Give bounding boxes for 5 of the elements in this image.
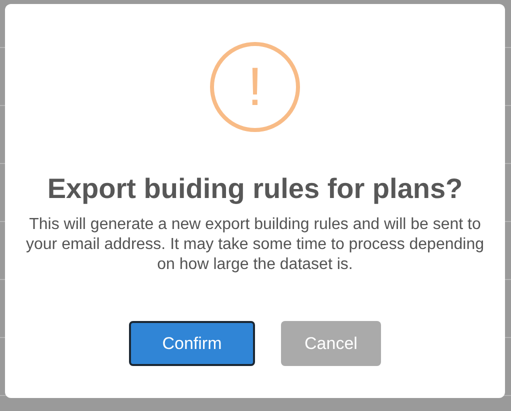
- warning-icon: !: [210, 42, 300, 132]
- dialog-message: This will generate a new export building rules and will be sent to your email address. It may take some time to process depending on how large the dataset is.: [25, 215, 485, 275]
- confirm-button[interactable]: Confirm: [129, 321, 255, 366]
- dialog-title: Export buiding rules for plans?: [47, 172, 463, 206]
- cancel-button[interactable]: Cancel: [281, 321, 381, 366]
